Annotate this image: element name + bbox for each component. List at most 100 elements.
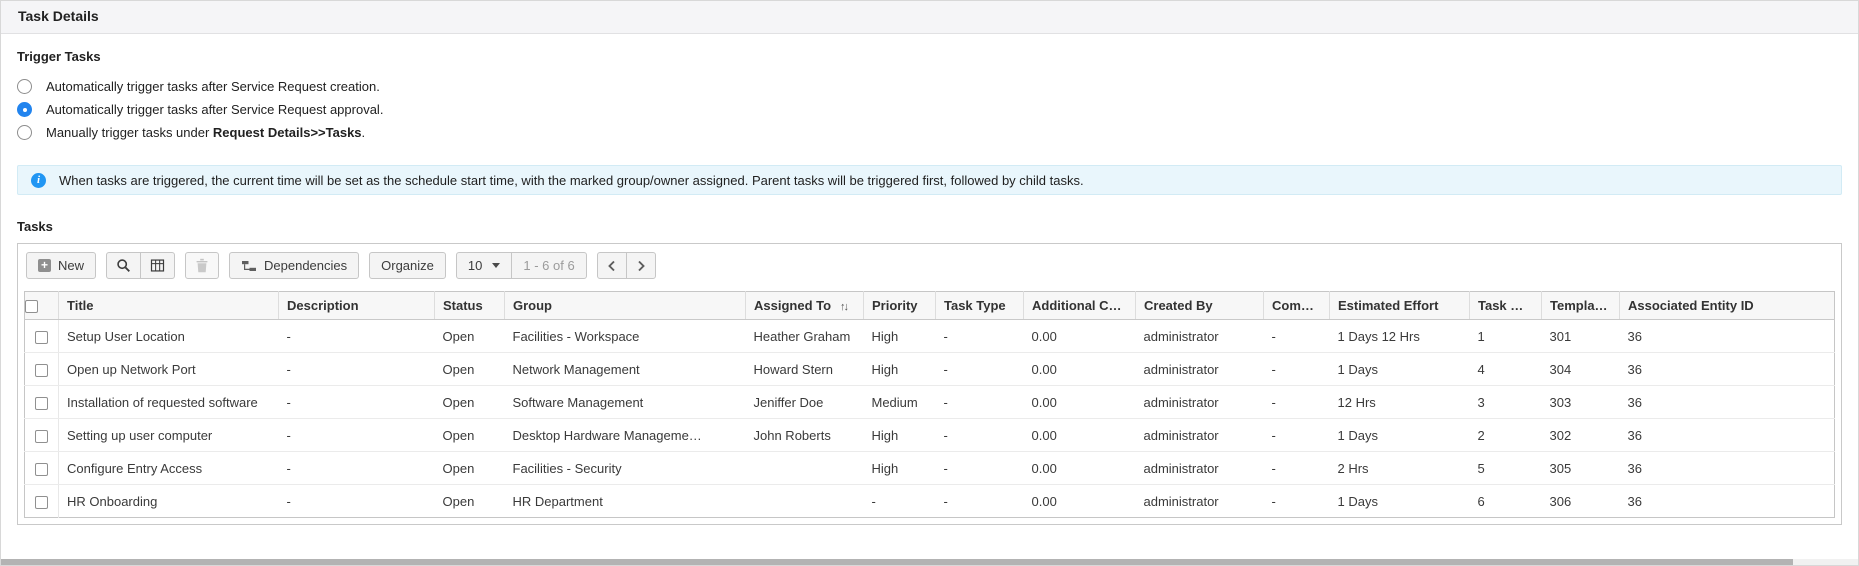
column-header-comments[interactable]: Com… (1264, 292, 1330, 320)
trigger-option-3[interactable]: Manually trigger tasks under Request Det… (17, 121, 1842, 144)
row-checkbox[interactable] (35, 364, 48, 377)
cell-created_by: administrator (1136, 320, 1264, 353)
cell-group: Facilities - Security (505, 452, 746, 485)
cell-priority: High (864, 353, 936, 386)
tasks-toolbar: + New (24, 250, 1835, 279)
row-select-cell (25, 485, 59, 518)
prev-page-button[interactable] (597, 252, 627, 279)
row-select-cell (25, 353, 59, 386)
next-page-button[interactable] (626, 252, 656, 279)
cell-description: - (279, 320, 435, 353)
column-header-associated_entity_id[interactable]: Associated Entity ID (1620, 292, 1835, 320)
horizontal-scrollbar-thumb[interactable] (1, 559, 1793, 565)
cell-additional_cost: 0.00 (1024, 386, 1136, 419)
cell-task_type: - (936, 320, 1024, 353)
cell-status: Open (435, 386, 505, 419)
cell-description: - (279, 485, 435, 518)
content-area: Trigger Tasks Automatically trigger task… (1, 34, 1858, 525)
cell-associated_entity_id: 36 (1620, 485, 1835, 518)
plus-icon: + (38, 259, 51, 272)
info-banner-text: When tasks are triggered, the current ti… (59, 173, 1084, 188)
table-row[interactable]: Open up Network Port-OpenNetwork Managem… (25, 353, 1835, 386)
cell-template: 304 (1542, 353, 1620, 386)
cell-group: Network Management (505, 353, 746, 386)
column-header-label: Estimated Effort (1338, 298, 1438, 313)
trigger-option-1[interactable]: Automatically trigger tasks after Servic… (17, 75, 1842, 98)
cell-title: Configure Entry Access (59, 452, 279, 485)
cell-created_by: administrator (1136, 353, 1264, 386)
column-header-additional_cost[interactable]: Additional C… (1024, 292, 1136, 320)
column-header-template[interactable]: Templa… (1542, 292, 1620, 320)
cell-task_order: 6 (1470, 485, 1542, 518)
tasks-panel: + New (17, 243, 1842, 525)
column-header-status[interactable]: Status (435, 292, 505, 320)
column-header-description[interactable]: Description (279, 292, 435, 320)
column-header-assigned_to[interactable]: Assigned To↑↓ (746, 292, 864, 320)
row-checkbox[interactable] (35, 331, 48, 344)
page-size-dropdown[interactable]: 10 (456, 252, 512, 279)
trigger-option-2[interactable]: Automatically trigger tasks after Servic… (17, 98, 1842, 121)
cell-task_order: 5 (1470, 452, 1542, 485)
tasks-table: Title Description Status Group Assigned To↑↓… (24, 291, 1835, 518)
dependencies-button[interactable]: Dependencies (229, 252, 359, 279)
cell-comments: - (1264, 386, 1330, 419)
cell-comments: - (1264, 452, 1330, 485)
row-select-cell (25, 419, 59, 452)
horizontal-scrollbar[interactable] (1, 559, 1858, 565)
column-header-label: Group (513, 298, 552, 313)
trigger-option-label: Manually trigger tasks under Request Det… (46, 125, 365, 140)
cell-comments: - (1264, 353, 1330, 386)
cell-task_type: - (936, 452, 1024, 485)
row-checkbox[interactable] (35, 430, 48, 443)
new-task-button[interactable]: + New (26, 252, 96, 279)
pagination-range: 1 - 6 of 6 (511, 252, 586, 279)
cell-task_type: - (936, 485, 1024, 518)
table-row[interactable]: Configure Entry Access-OpenFacilities - … (25, 452, 1835, 485)
row-checkbox[interactable] (35, 463, 48, 476)
cell-status: Open (435, 485, 505, 518)
cell-group: Facilities - Workspace (505, 320, 746, 353)
organize-button[interactable]: Organize (369, 252, 446, 279)
radio-unselected-icon[interactable] (17, 79, 32, 94)
column-header-created_by[interactable]: Created By (1136, 292, 1264, 320)
row-checkbox[interactable] (35, 397, 48, 410)
table-row[interactable]: HR Onboarding-OpenHR Department--0.00adm… (25, 485, 1835, 518)
column-header-group[interactable]: Group (505, 292, 746, 320)
sort-icon[interactable]: ↑↓ (840, 301, 847, 313)
cell-description: - (279, 386, 435, 419)
cell-title: HR Onboarding (59, 485, 279, 518)
cell-additional_cost: 0.00 (1024, 353, 1136, 386)
cell-task_type: - (936, 386, 1024, 419)
cell-status: Open (435, 353, 505, 386)
column-header-task_order[interactable]: Task … (1470, 292, 1542, 320)
cell-comments: - (1264, 485, 1330, 518)
row-select-cell (25, 386, 59, 419)
cell-group: Software Management (505, 386, 746, 419)
column-header-priority[interactable]: Priority (864, 292, 936, 320)
search-button[interactable] (106, 252, 141, 279)
row-checkbox[interactable] (35, 496, 48, 509)
search-grid-group (106, 252, 175, 279)
dependencies-button-label: Dependencies (264, 258, 347, 273)
search-icon (116, 258, 131, 273)
cell-priority: Medium (864, 386, 936, 419)
radio-selected-icon[interactable] (17, 102, 32, 117)
cell-template: 301 (1542, 320, 1620, 353)
table-row[interactable]: Setup User Location-OpenFacilities - Wor… (25, 320, 1835, 353)
pagination-size-group: 10 1 - 6 of 6 (456, 252, 587, 279)
radio-unselected-icon[interactable] (17, 125, 32, 140)
column-settings-button[interactable] (140, 252, 175, 279)
column-header-task_type[interactable]: Task Type (936, 292, 1024, 320)
cell-additional_cost: 0.00 (1024, 452, 1136, 485)
cell-additional_cost: 0.00 (1024, 485, 1136, 518)
table-row[interactable]: Installation of requested software-OpenS… (25, 386, 1835, 419)
column-header-title[interactable]: Title (59, 292, 279, 320)
cell-created_by: administrator (1136, 452, 1264, 485)
column-header-label: Description (287, 298, 359, 313)
cell-comments: - (1264, 419, 1330, 452)
chevron-right-icon (636, 260, 646, 272)
column-header-estimated_effort[interactable]: Estimated Effort (1330, 292, 1470, 320)
table-header-row: Title Description Status Group Assigned To↑↓… (25, 292, 1835, 320)
table-row[interactable]: Setting up user computer-OpenDesktop Har… (25, 419, 1835, 452)
select-all-checkbox[interactable] (25, 300, 38, 313)
